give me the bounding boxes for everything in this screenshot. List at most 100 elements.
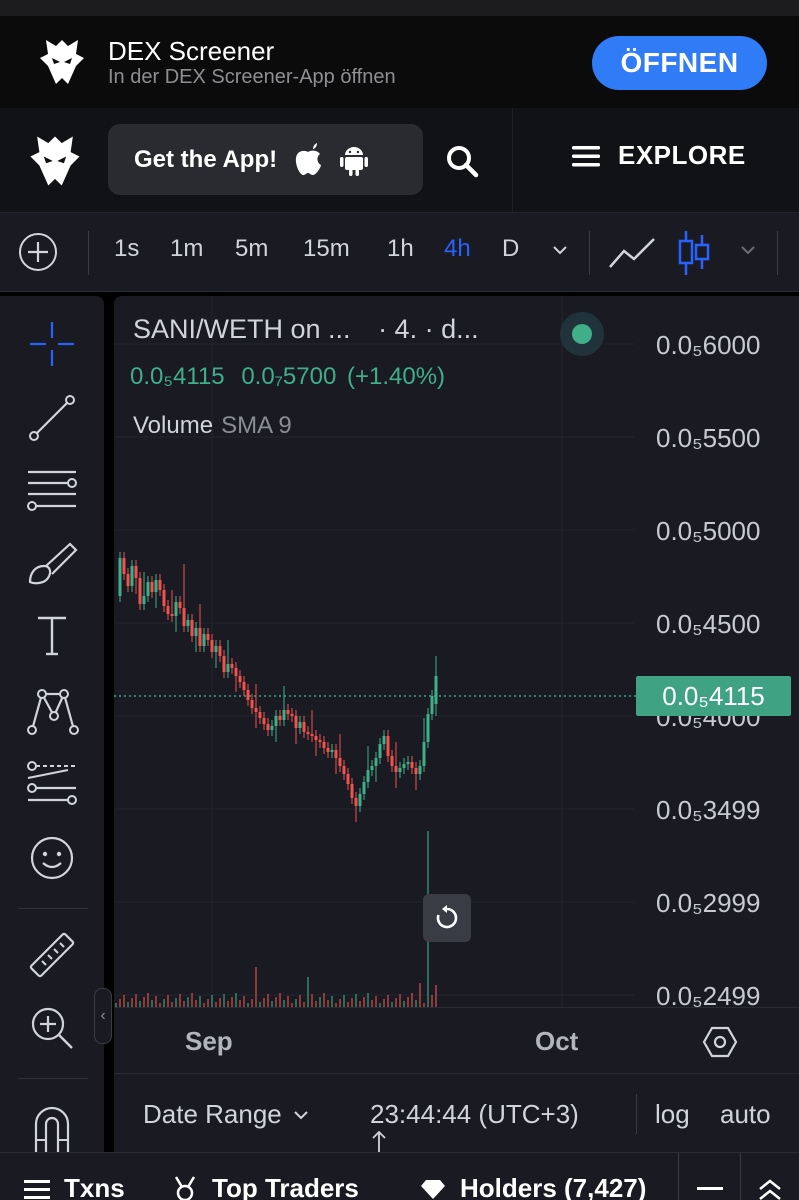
volume-bar [339,999,341,1007]
candle-body [142,596,146,604]
tabs-divider [740,1153,741,1200]
get-the-app-button[interactable]: Get the App! [108,124,423,195]
candle-body [274,716,278,726]
chart-clock-timezone[interactable]: 23:44:44 (UTC+3) [370,1099,579,1130]
candle-body [398,768,402,772]
explore-label: EXPLORE [618,140,746,170]
trend-line-icon[interactable] [24,390,80,446]
chart-type-dropdown-chevron-icon[interactable] [739,241,757,259]
tab-top-traders[interactable]: Top Traders [172,1173,359,1200]
minimize-icon[interactable] [697,1187,723,1191]
candle-body [206,634,210,640]
open-in-app-button[interactable]: ÖFFNEN [592,36,767,90]
search-icon[interactable] [444,143,480,179]
candle-body [250,700,254,708]
volume-bar [327,1000,329,1007]
collapse-toolbar-button[interactable]: ‹ [94,988,112,1044]
volume-bar [287,996,289,1007]
candle-body [426,714,430,742]
volume-bar [219,998,221,1007]
emoji-icon[interactable] [24,830,80,886]
price-axis-tick: 0.0₅2999 [656,888,761,918]
volume-bar [383,999,385,1007]
volume-bar [407,997,409,1007]
candle-body [154,580,158,592]
tab-holders[interactable]: Holders (7,427) [420,1173,646,1200]
price-axis-tick: 0.0₅6000 [656,330,761,360]
line-chart-type-icon[interactable] [608,233,656,273]
interval-1h[interactable]: 1h [387,235,414,263]
get-the-app-label: Get the App! [134,145,278,173]
candle-body [126,574,130,586]
candle-body [246,690,250,700]
forecast-tool-icon[interactable] [24,756,80,812]
interval-15m[interactable]: 15m [303,235,350,263]
volume-bar [239,1000,241,1007]
candle-body [222,656,226,672]
medal-icon [174,1175,196,1200]
chart-footer-divider [114,1073,799,1074]
candle-body [430,696,434,714]
volume-bar [147,993,149,1007]
candle-body [138,578,142,604]
candle-body [406,762,410,764]
expand-up-icon[interactable] [757,1179,783,1200]
candle-body [310,734,314,736]
candle-body [330,750,334,752]
auto-scale-toggle[interactable]: auto [720,1099,771,1130]
crosshair-icon[interactable] [24,316,80,372]
dex-screener-logo-icon [40,40,84,84]
candle-body [294,716,298,728]
volume-legend[interactable]: Volume SMA 9 [133,412,292,440]
volume-bar [251,999,253,1007]
candle-body [134,566,138,578]
chart-interval-source: · 4. · d... [378,314,479,344]
magnet-icon[interactable] [24,1096,80,1152]
volume-bar [143,997,145,1007]
chart-settings-icon[interactable] [702,1024,738,1060]
candle-body [230,664,234,668]
volume-bar [387,995,389,1007]
volume-bar [395,998,397,1007]
text-tool-icon[interactable] [24,608,80,664]
candle-body [182,608,186,626]
volume-bar [367,993,369,1007]
volume-bar [131,998,133,1007]
chart-pair-name: SANI/WETH on ... [133,314,351,344]
reset-chart-button[interactable] [423,894,471,942]
interval-1s[interactable]: 1s [114,235,139,263]
explore-menu-button[interactable]: EXPLORE [572,140,746,171]
interval-1m[interactable]: 1m [170,235,203,263]
dex-screener-logo-icon[interactable] [28,132,82,190]
candle-body [418,766,422,774]
candle-body [234,668,238,676]
candle-body [318,740,322,742]
volume-bar [323,993,325,1007]
volume-bar [371,1000,373,1007]
brush-icon[interactable] [24,536,80,592]
candle-body [162,590,166,606]
candle-body [202,634,206,646]
tab-txns[interactable]: Txns [24,1173,125,1200]
ruler-icon[interactable] [24,928,80,984]
android-icon [340,146,369,176]
price-chart[interactable]: SANI/WETH on ... · 4. · d... 0.0₅4115 0.… [114,296,799,1152]
date-range-dropdown[interactable]: Date Range [143,1099,310,1130]
candles-chart-type-icon[interactable] [676,229,712,277]
interval-1d[interactable]: D [502,235,519,263]
tab-top-traders-label: Top Traders [212,1173,359,1200]
candle-body [382,736,386,744]
interval-dropdown-chevron-icon[interactable] [551,241,569,259]
current-price-tag: 0.0₅4115 [636,676,791,716]
candle-body [198,628,202,646]
volume-bar [263,998,265,1007]
interval-5m[interactable]: 5m [235,235,268,263]
pattern-tool-icon[interactable] [24,682,80,738]
interval-4h[interactable]: 4h [444,235,471,263]
fib-retracement-icon[interactable] [24,462,80,518]
legend-change-abs: 0.0₇5700 [241,363,337,390]
log-scale-toggle[interactable]: log [655,1099,690,1130]
zoom-in-icon[interactable] [24,1000,80,1056]
candle-body [394,766,398,772]
add-symbol-icon[interactable] [18,232,58,272]
